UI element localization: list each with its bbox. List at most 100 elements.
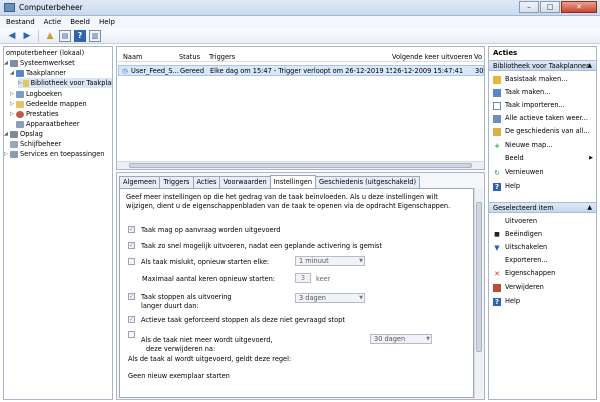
task-clock-icon: ◷ bbox=[122, 67, 128, 75]
tree-item-event-viewer[interactable]: ▷ Logboeken bbox=[10, 89, 62, 99]
checkbox-force-stop[interactable]: ✓ bbox=[128, 316, 135, 323]
menu-help[interactable]: Help bbox=[99, 18, 115, 26]
maximize-button[interactable]: □ bbox=[540, 1, 560, 13]
running-tasks-icon bbox=[493, 114, 501, 123]
settings-panel: Geef meer instellingen op die het gedrag… bbox=[119, 188, 474, 398]
vertical-scrollbar[interactable] bbox=[474, 188, 483, 398]
title-bar: Computerbeheer – □ ✕ bbox=[0, 0, 600, 16]
expand-arrow-icon[interactable]: ▷ bbox=[18, 78, 23, 88]
restart-interval-select[interactable]: 1 minuut ▼ bbox=[295, 256, 365, 266]
checkbox-restart-on-failure[interactable] bbox=[128, 258, 135, 265]
column-header-triggers[interactable]: Triggers bbox=[209, 52, 235, 62]
option-delete-if-not-scheduled: Als de taak niet meer wordt uitgevoerd, … bbox=[128, 331, 272, 353]
max-restarts-input[interactable]: 3 bbox=[295, 273, 311, 283]
tab-settings[interactable]: Instellingen bbox=[269, 175, 317, 188]
menu-bestand[interactable]: Bestand bbox=[6, 18, 35, 26]
column-header-next-run[interactable]: Volgende keer uitvoeren bbox=[392, 52, 473, 62]
menu-beeld[interactable]: Beeld bbox=[70, 18, 90, 26]
tab-general[interactable]: Algemeen bbox=[119, 176, 161, 188]
task-details: Algemeen Triggers Acties Voorwaarden Ins… bbox=[116, 172, 485, 400]
action-refresh[interactable]: ↻ Vernieuwen bbox=[493, 167, 595, 178]
properties-icon: ✕ bbox=[494, 269, 500, 278]
action-help-selected[interactable]: ? Help bbox=[493, 296, 595, 307]
tree-item-disk-management[interactable]: Schijfbeheer bbox=[10, 139, 61, 149]
tree-item-task-scheduler[interactable]: ◢ Taakplanner bbox=[10, 68, 66, 78]
horizontal-scrollbar[interactable] bbox=[117, 161, 484, 169]
show-hide-action-pane-icon[interactable]: ▥ bbox=[89, 29, 101, 42]
action-end[interactable]: ■ Beëindigen bbox=[493, 229, 595, 240]
back-arrow-icon[interactable]: ◀ bbox=[6, 30, 18, 42]
up-folder-icon[interactable]: ▲ bbox=[44, 30, 56, 42]
tree-item-performance[interactable]: ▷ Prestaties bbox=[10, 109, 58, 119]
column-header-last-run[interactable]: Vo bbox=[474, 52, 482, 62]
option-stop-if-runs-longer: ✓ Taak stoppen als uitvoering langer duu… bbox=[128, 293, 232, 310]
history-icon bbox=[493, 127, 501, 136]
show-hide-tree-icon[interactable]: ▤ bbox=[59, 29, 71, 42]
tab-triggers[interactable]: Triggers bbox=[159, 176, 194, 188]
tree-item-computer-management[interactable]: omputerbeheer (lokaal) bbox=[6, 48, 84, 58]
actions-section-selected[interactable]: Geselecteerd item ▲ bbox=[489, 202, 596, 213]
column-header-status[interactable]: Status bbox=[179, 52, 200, 62]
submenu-arrow-icon: ▶ bbox=[589, 155, 593, 161]
table-row[interactable]: ◷ User_Feed_S... Gereed Elke dag om 15:4… bbox=[118, 65, 484, 76]
action-help-library[interactable]: ? Help bbox=[493, 181, 595, 192]
tab-conditions[interactable]: Voorwaarden bbox=[219, 176, 271, 188]
tree-item-task-library[interactable]: ▷ Bibliotheek voor Taakplar bbox=[18, 78, 112, 88]
checkbox-delete-if-not-scheduled[interactable] bbox=[128, 331, 135, 338]
tree-item-device-manager[interactable]: Apparaatbeheer bbox=[16, 119, 80, 129]
action-export[interactable]: Exporteren... bbox=[493, 255, 595, 266]
action-show-running-tasks[interactable]: Alle actieve taken weer... bbox=[493, 113, 595, 124]
tree-item-shared-folders[interactable]: ▷ Gedeelde mappen bbox=[10, 99, 87, 109]
menu-bar: Bestand Actie Beeld Help bbox=[0, 16, 600, 28]
action-import-task[interactable]: Taak importeren... bbox=[493, 100, 595, 111]
device-manager-icon bbox=[16, 120, 24, 128]
tab-history[interactable]: Geschiedenis (uitgeschakeld) bbox=[315, 176, 421, 188]
action-disable[interactable]: ▼ Uitschakelen bbox=[493, 242, 595, 253]
action-view[interactable]: Beeld ▶ bbox=[493, 153, 595, 164]
tree-item-storage[interactable]: ◢ Opslag bbox=[4, 129, 43, 139]
tree-item-services[interactable]: ▷ Services en toepassingen bbox=[4, 149, 104, 159]
basic-task-icon bbox=[493, 75, 501, 84]
checkbox-run-after-missed[interactable]: ✓ bbox=[128, 242, 135, 249]
menu-actie[interactable]: Actie bbox=[44, 18, 62, 26]
minimize-button[interactable]: – bbox=[519, 1, 539, 13]
action-properties[interactable]: ✕ Eigenschappen bbox=[493, 268, 595, 279]
action-new-folder[interactable]: + Nieuwe map... bbox=[493, 140, 595, 151]
forward-arrow-icon[interactable]: ▶ bbox=[21, 30, 33, 42]
actions-pane: Acties Bibliotheek voor Taakplanner ▲ Bas… bbox=[488, 46, 597, 400]
action-history-all[interactable]: De geschiedenis van all... bbox=[493, 126, 595, 137]
checkbox-run-on-demand[interactable]: ✓ bbox=[128, 226, 135, 233]
max-restarts-unit: keer bbox=[316, 275, 331, 283]
action-delete[interactable]: Verwijderen bbox=[493, 282, 595, 293]
task-list-header: Naam Status Triggers Volgende keer uitvo… bbox=[117, 51, 484, 62]
actions-section-library[interactable]: Bibliotheek voor Taakplanner ▲ bbox=[489, 60, 596, 71]
toolbar-separator bbox=[38, 29, 39, 42]
chevron-down-icon: ▼ bbox=[426, 336, 430, 342]
chevron-down-icon: ▼ bbox=[359, 295, 363, 301]
new-folder-icon: + bbox=[494, 141, 500, 150]
window-title: Computerbeheer bbox=[19, 3, 83, 12]
settings-description: Geef meer instellingen op die het gedrag… bbox=[126, 193, 451, 210]
column-header-name[interactable]: Naam bbox=[123, 52, 142, 62]
close-button[interactable]: ✕ bbox=[561, 1, 597, 13]
action-run[interactable]: Uitvoeren bbox=[493, 216, 595, 227]
action-create-basic-task[interactable]: Basistaak maken... bbox=[493, 74, 595, 85]
tree-item-system-tools[interactable]: ◢ Systeemwerkset bbox=[4, 58, 75, 68]
disable-icon: ▼ bbox=[494, 243, 500, 252]
collapse-arrow-icon[interactable]: ▲ bbox=[587, 203, 592, 213]
tab-actions[interactable]: Acties bbox=[192, 176, 221, 188]
task-list: Naam Status Triggers Volgende keer uitvo… bbox=[116, 46, 485, 170]
checkbox-stop-if-runs-longer[interactable]: ✓ bbox=[128, 293, 135, 300]
event-viewer-icon bbox=[16, 90, 24, 98]
collapse-arrow-icon[interactable]: ▲ bbox=[587, 61, 592, 71]
delete-icon bbox=[493, 283, 501, 292]
end-icon: ■ bbox=[494, 230, 500, 238]
help-icon[interactable]: ? bbox=[74, 29, 86, 42]
computer-management-icon bbox=[4, 3, 15, 12]
option-force-stop: ✓ Actieve taak geforceerd stoppen als de… bbox=[128, 316, 345, 324]
delete-after-select[interactable]: 30 dagen ▼ bbox=[370, 334, 432, 344]
action-create-task[interactable]: Taak maken... bbox=[493, 87, 595, 98]
create-task-icon bbox=[493, 88, 501, 97]
tools-icon bbox=[10, 59, 18, 67]
stop-after-select[interactable]: 3 dagen ▼ bbox=[295, 293, 365, 303]
